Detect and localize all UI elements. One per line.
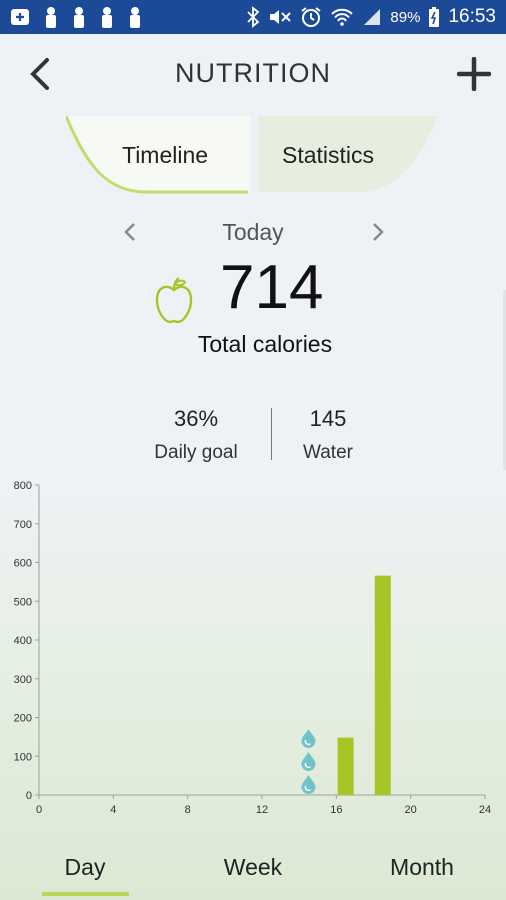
x-tick-label: 24 [479, 804, 491, 816]
clock: 16:53 [448, 6, 496, 27]
y-tick-label: 800 [14, 480, 32, 492]
calorie-bar [337, 737, 354, 795]
battery-charging-icon [428, 6, 440, 28]
apple-icon [155, 277, 193, 324]
calorie-chart: 0 100 200 300 400 500 600 700 800 0 4 8 12 16 20 24 [14, 480, 491, 816]
alarm-icon [300, 6, 322, 28]
water-drop-icon [301, 752, 316, 771]
app-bar: NUTRITION [0, 34, 506, 114]
person-icon [44, 6, 58, 28]
page-title: NUTRITION [175, 58, 331, 88]
period-tab-indicator [42, 892, 129, 896]
period-tab-month[interactable]: Month [372, 854, 472, 881]
next-day-button[interactable] [366, 218, 390, 246]
date-label: Today [222, 219, 284, 245]
y-tick-label: 200 [14, 713, 32, 725]
person-icon [128, 6, 142, 28]
y-tick-label: 300 [14, 674, 32, 686]
bluetooth-icon [246, 6, 260, 28]
x-tick-label: 0 [36, 804, 42, 816]
status-bar: 89% 16:53 [0, 0, 506, 34]
x-tick-label: 8 [185, 804, 191, 816]
total-calories-label: Total calories [197, 331, 333, 357]
x-tick-label: 12 [256, 804, 268, 816]
mute-icon [268, 7, 292, 27]
tab-timeline[interactable]: Timeline [122, 142, 208, 169]
total-calories-value: 714 [220, 253, 324, 322]
x-tick-label: 16 [330, 804, 342, 816]
signal-icon [362, 7, 382, 27]
chevron-right-icon [373, 223, 384, 241]
person-icon [72, 6, 86, 28]
add-notification-icon [10, 7, 30, 27]
person-icon [100, 6, 114, 28]
water-label: Water [303, 442, 353, 463]
tab-statistics[interactable]: Statistics [282, 142, 374, 169]
x-tick-label: 4 [110, 804, 116, 816]
x-tick-label: 20 [405, 804, 417, 816]
calorie-bar [374, 575, 391, 795]
period-tab-day[interactable]: Day [35, 854, 135, 881]
water-value: 145 [309, 406, 347, 431]
battery-percent: 89% [390, 8, 421, 26]
y-tick-label: 400 [14, 635, 32, 647]
water-drop-icon [301, 729, 316, 748]
view-tabs: Timeline Statistics [66, 114, 438, 194]
y-tick-label: 700 [14, 519, 32, 531]
period-tab-week[interactable]: Week [203, 854, 303, 881]
plus-icon [457, 57, 491, 91]
period-tabs: Day Week Month [0, 840, 506, 900]
stats-row: 36% Daily goal 145 Water [0, 404, 506, 464]
y-tick-label: 500 [14, 596, 32, 608]
wifi-icon [330, 7, 354, 27]
daily-goal-value: 36% [173, 406, 219, 431]
y-tick-label: 100 [14, 751, 32, 763]
daily-goal-label: Daily goal [154, 442, 238, 463]
add-button[interactable] [454, 54, 494, 94]
water-drop-icon [301, 775, 316, 794]
y-tick-label: 600 [14, 558, 32, 570]
y-tick-label: 0 [26, 790, 32, 802]
